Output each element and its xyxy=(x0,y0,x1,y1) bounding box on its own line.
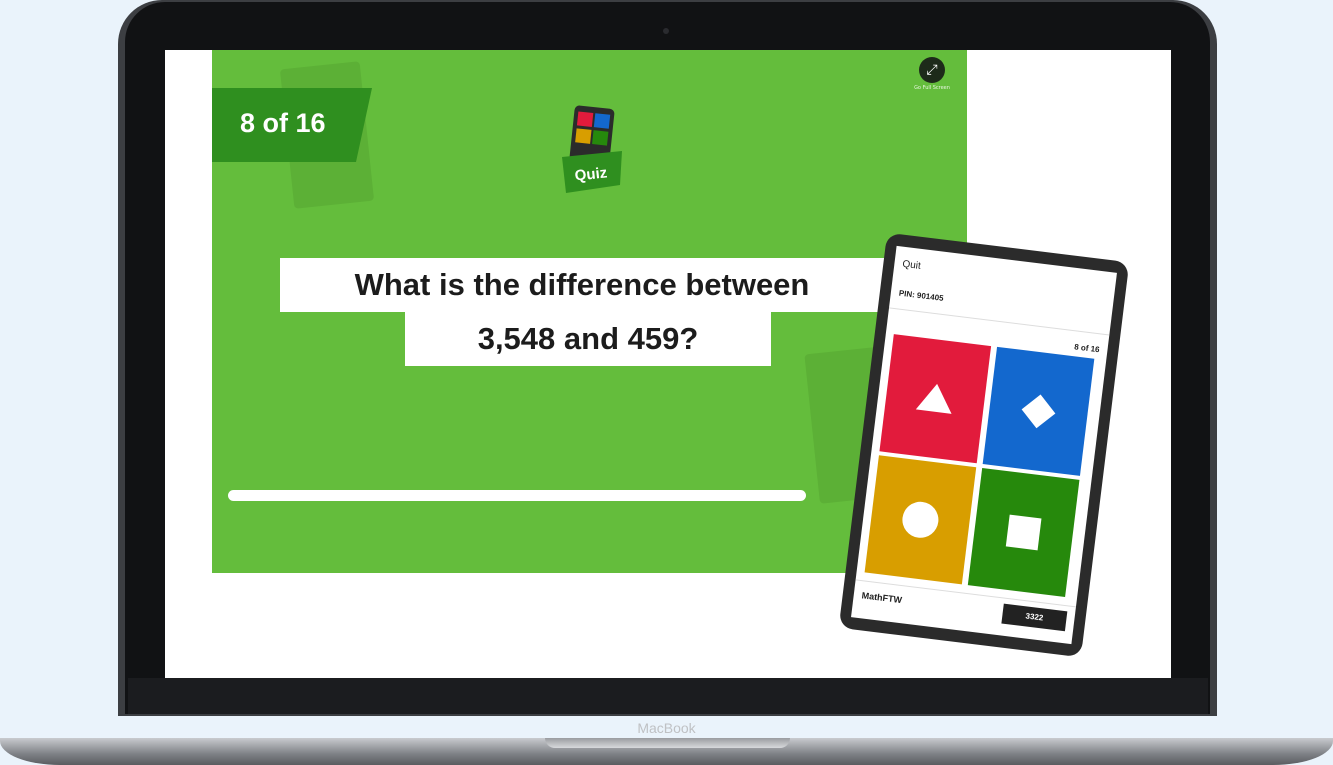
player-score: 3322 xyxy=(1001,603,1068,632)
question-text-line-1: What is the difference between xyxy=(280,258,884,312)
phone-device: Quit PIN: 901405 8 of 16 MathFTW 3322 xyxy=(838,232,1130,658)
triangle-icon xyxy=(915,383,952,414)
player-username: MathFTW xyxy=(861,590,903,606)
game-pin: PIN: 901405 xyxy=(898,288,945,303)
quiz-logo-icon: Quiz xyxy=(562,105,622,193)
laptop-chin xyxy=(128,678,1208,714)
question-counter: 8 of 16 xyxy=(240,108,326,138)
logo-label: Quiz xyxy=(574,164,608,184)
expand-icon: ⤢ xyxy=(926,62,938,78)
diamond-icon xyxy=(1021,394,1056,429)
fullscreen-button[interactable]: ⤢ xyxy=(919,57,945,83)
answer-button-circle[interactable] xyxy=(864,455,977,585)
phone-screen: Quit PIN: 901405 8 of 16 MathFTW 3322 xyxy=(851,245,1117,645)
divider xyxy=(888,307,1110,336)
question-text-line-2: 3,548 and 459? xyxy=(405,312,771,366)
answer-button-diamond[interactable] xyxy=(982,346,1095,476)
circle-icon xyxy=(902,501,939,538)
quit-button[interactable]: Quit xyxy=(902,259,922,272)
timer-progress-bar xyxy=(228,490,806,501)
square-icon xyxy=(1005,514,1042,551)
question-counter-banner: 8 of 16 xyxy=(212,88,372,162)
answer-button-square[interactable] xyxy=(967,467,1080,598)
phone-question-counter: 8 of 16 xyxy=(1073,342,1101,355)
laptop-notch xyxy=(545,738,790,748)
laptop-brand: MacBook xyxy=(637,720,696,736)
fullscreen-label: Go Full Screen xyxy=(914,85,950,91)
camera-icon xyxy=(663,28,669,34)
quiz-slide: 8 of 16 Quiz ⤢ Go Full Screen What is th… xyxy=(212,50,967,573)
answer-button-triangle[interactable] xyxy=(879,334,992,464)
